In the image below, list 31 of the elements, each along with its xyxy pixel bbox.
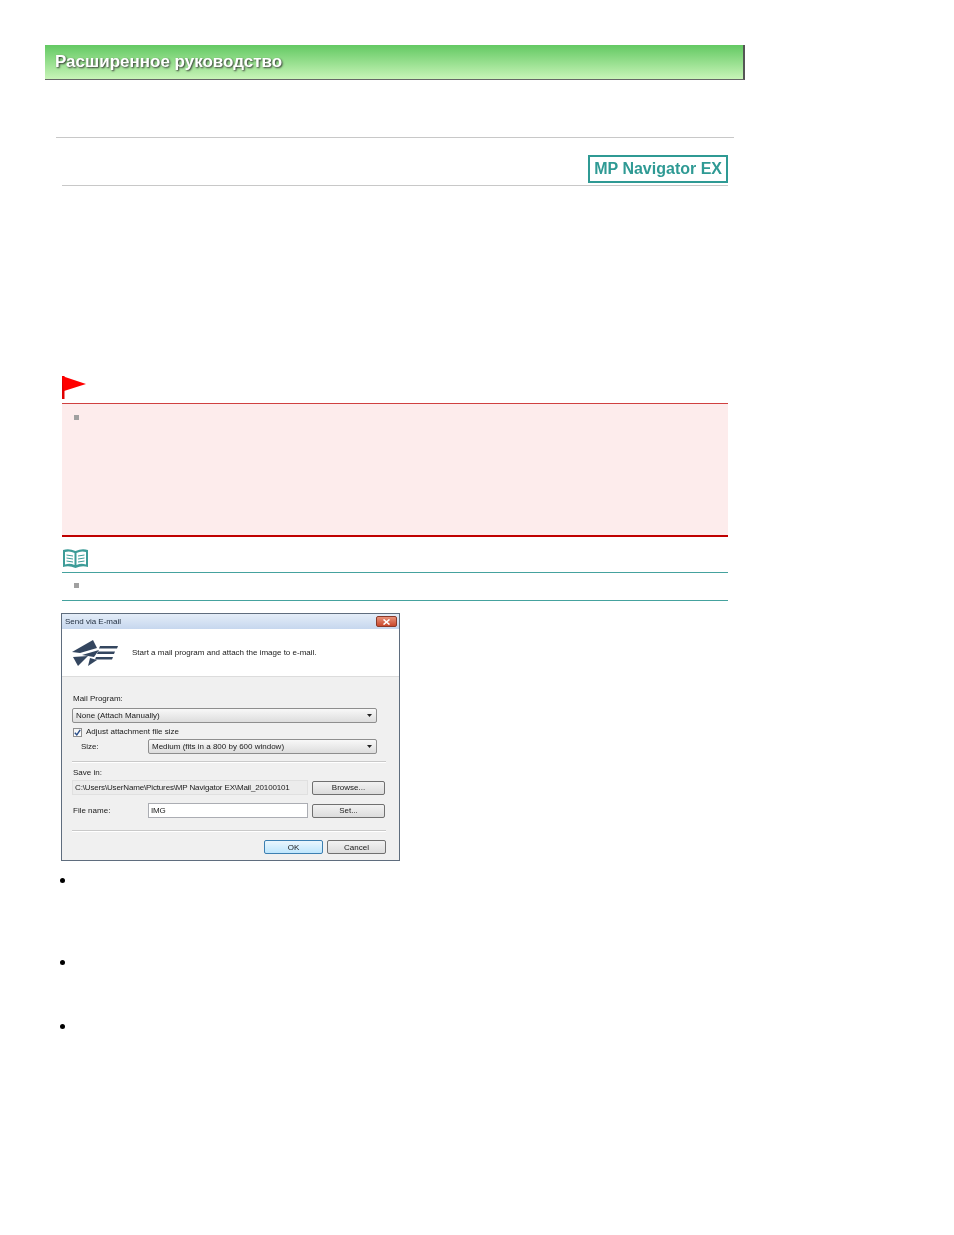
bullet-icon [60,1024,65,1029]
product-badge: MP Navigator EX [588,155,728,183]
size-label: Size: [81,741,100,752]
file-name-label: File name: [73,805,112,816]
close-icon [383,618,390,625]
mail-program-label: Mail Program: [73,694,124,704]
flag-icon [62,376,86,399]
size-dropdown[interactable]: Medium (fits in a 800 by 600 window) [148,739,377,754]
dialog-title: Send via E-mail [65,617,122,626]
check-icon [74,728,81,736]
adjust-size-checkbox[interactable] [73,727,82,737]
ok-button[interactable]: OK [264,840,323,854]
page-title: Расширенное руководство [55,52,283,72]
square-bullet-icon [74,583,79,588]
bullet-icon [60,878,65,883]
bullet-icon [60,960,65,965]
close-button[interactable] [376,616,397,627]
browse-button[interactable]: Browse... [312,780,385,795]
square-bullet-icon [74,415,79,420]
book-icon [62,548,89,569]
mail-program-dropdown[interactable]: None (Attach Manually) [72,708,377,723]
caret-icon [367,745,372,748]
save-path-field[interactable]: C:\Users\UserName\Pictures\MP Navigator EX\Mail_20100101 [72,780,308,795]
envelope-icon [71,638,119,667]
set-button[interactable]: Set... [312,803,385,818]
dialog-description: Start a mail program and attach the image to e-mail. [132,648,317,657]
cancel-button[interactable]: Cancel [327,840,386,854]
save-in-label: Save in: [73,768,103,778]
file-name-field[interactable]: IMG [148,803,308,818]
adjust-size-label: Adjust attachment file size [86,727,179,737]
caret-icon [367,714,372,717]
